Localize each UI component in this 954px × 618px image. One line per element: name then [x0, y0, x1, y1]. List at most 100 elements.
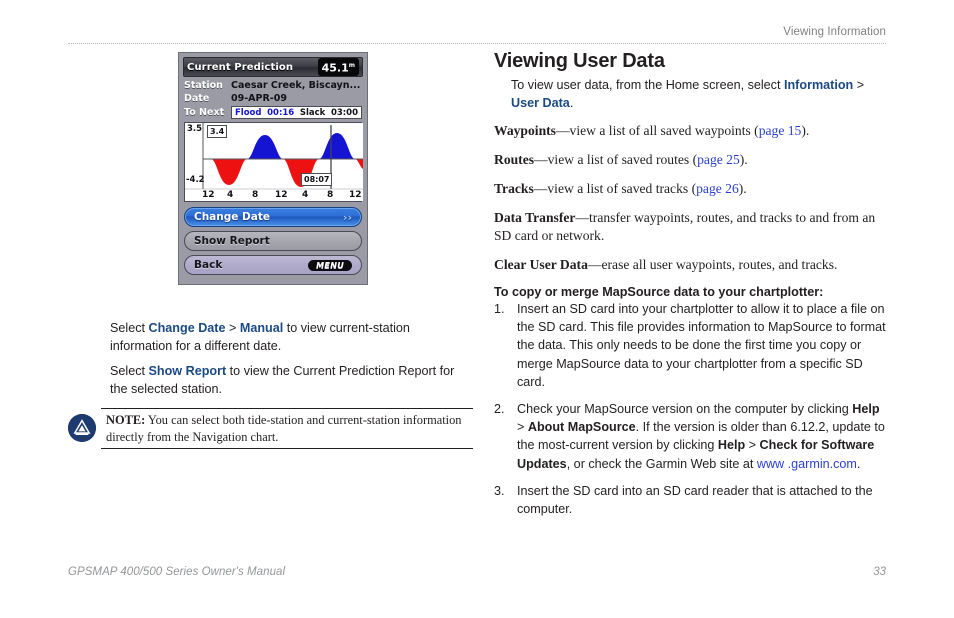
menu-key-badge: MENU — [308, 259, 352, 271]
device-depth-badge: 45.1m — [317, 57, 359, 77]
step-2-number: 2. — [494, 402, 505, 417]
page-footer: GPSMAP 400/500 Series Owner's Manual 33 — [68, 566, 886, 586]
step-1: 1. Insert an SD card into your chartplott… — [494, 300, 886, 391]
intro-post: . — [569, 95, 574, 110]
garmin-triangle-glyph — [68, 414, 96, 442]
device-to-next-slack-time: 03:00 — [330, 107, 358, 118]
chart-x-tick-6: 12 — [349, 189, 362, 200]
lc-p2-bold-1: Show Report — [148, 364, 227, 378]
left-column: Current Prediction 45.1m Station Caesar … — [68, 52, 473, 449]
left-paragraph-2: Select Show Report to view the Current P… — [110, 363, 470, 398]
link-page-15[interactable]: page 15 — [759, 123, 802, 138]
intro-bold-user-data: User Data — [511, 95, 570, 110]
definition-data-transfer: Data Transfer—transfer waypoints, routes… — [494, 209, 886, 245]
step-2-t8: , or check the Garmin Web site at — [566, 456, 757, 471]
chart-x-axis: 12 4 8 12 4 8 12 — [185, 188, 362, 201]
lc-p1-pre: Select — [110, 321, 149, 335]
definition-tracks-tail: ). — [738, 181, 747, 196]
device-button-show-report[interactable]: Show Report — [184, 231, 362, 251]
running-header: Viewing Information — [68, 22, 886, 44]
running-head-text: Viewing Information — [783, 26, 886, 38]
lc-p1-bold-2: Manual — [239, 321, 284, 335]
device-button-change-date-label: Change Date — [194, 211, 270, 223]
device-button-back-label: Back — [194, 259, 223, 271]
device-field-station-label: Station — [184, 80, 223, 91]
definition-waypoints-text: view a list of all saved waypoints ( — [569, 123, 759, 138]
intro-bold-information: Information — [783, 78, 854, 92]
chart-x-tick-2: 8 — [252, 189, 259, 200]
definition-routes-text: view a list of saved routes ( — [547, 152, 698, 167]
chart-value-callout: 3.4 — [207, 125, 228, 138]
header-divider — [68, 43, 886, 45]
definition-routes-tail: ). — [739, 152, 748, 167]
definition-tracks-dash: — — [533, 181, 548, 196]
step-2-t6: > — [745, 438, 760, 453]
definition-clear-user-data: Clear User Data—erase all user waypoints… — [494, 256, 886, 274]
step-3: 3. Insert the SD card into an SD card rea… — [494, 482, 886, 518]
intro-pre: To view user data, from the Home screen,… — [511, 78, 784, 92]
intro-mid: > — [853, 78, 865, 92]
device-to-next-state-time: 00:16 — [267, 107, 295, 118]
chart-x-tick-1: 4 — [227, 189, 234, 200]
note-rule-top — [101, 408, 473, 409]
procedure-heading: To copy or merge MapSource data to your … — [494, 285, 824, 299]
definition-tracks-text: view a list of saved tracks ( — [547, 181, 697, 196]
lc-p1-bold-1: Change Date — [148, 321, 226, 335]
step-1-number: 1. — [494, 302, 505, 316]
definition-data-transfer-dash: — — [575, 210, 590, 225]
device-depth-unit: m — [348, 61, 355, 69]
chart-time-callout: 08:07 — [301, 173, 333, 186]
step-2-t0: Check your MapSource version on the comp… — [517, 402, 853, 417]
device-to-next-slack-label: Slack — [299, 107, 326, 118]
chevron-right-icon: ›› — [342, 210, 352, 224]
definition-routes: Routes—view a list of saved routes (page… — [494, 151, 886, 169]
definition-waypoints-tail: ). — [801, 123, 810, 138]
left-paragraph-1: Select Change Date > Manual to view curr… — [110, 320, 460, 355]
definition-waypoints-dash: — — [555, 123, 570, 138]
definition-tracks: Tracks—view a list of saved tracks (page… — [494, 180, 886, 198]
link-page-25[interactable]: page 25 — [697, 152, 740, 167]
definition-clear-user-data-text: erase all user waypoints, routes, and tr… — [601, 257, 838, 272]
device-to-next-state-label: Flood — [235, 107, 262, 118]
definition-data-transfer-term: Data Transfer — [494, 210, 576, 225]
device-to-next-label: To Next — [184, 107, 225, 118]
step-2-t2: > — [517, 420, 528, 435]
device-current-graph: 3.5 -4.2 3.4 08:07 12 4 8 12 4 8 12 — [184, 122, 363, 202]
definition-routes-dash: — — [534, 152, 548, 167]
page-title: Viewing User Data — [494, 50, 665, 72]
device-title-bar: Current Prediction 45.1m — [183, 57, 363, 77]
device-button-back[interactable]: Back MENU — [184, 255, 362, 275]
note-label: NOTE: — [106, 413, 146, 427]
lc-p2-pre: Select — [110, 364, 149, 378]
link-page-26[interactable]: page 26 — [696, 181, 739, 196]
device-button-change-date[interactable]: Change Date ›› — [184, 207, 362, 227]
intro-paragraph: To view user data, from the Home screen,… — [494, 77, 886, 112]
chart-y-min-label: -4.2 — [186, 175, 205, 185]
chart-x-tick-4: 4 — [302, 189, 309, 200]
footer-manual-title: GPSMAP 400/500 Series Owner's Manual — [68, 566, 286, 578]
definition-routes-term: Routes — [494, 152, 535, 167]
footer-page-number: 33 — [873, 566, 886, 578]
step-3-text: Insert the SD card into an SD card reade… — [517, 483, 873, 517]
step-2-t10: . — [856, 456, 861, 471]
note-text: NOTE: You can select both tide-station a… — [106, 412, 468, 446]
device-depth-value: 45.1 — [321, 61, 349, 75]
chart-x-tick-3: 12 — [275, 189, 288, 200]
device-title-text: Current Prediction — [187, 61, 294, 73]
definition-tracks-term: Tracks — [494, 181, 534, 196]
device-field-date: Date 09-APR-09 — [184, 93, 362, 105]
device-field-date-label: Date — [184, 93, 210, 104]
device-to-next-field: Flood 00:16 Slack 03:00 — [231, 106, 362, 119]
definition-clear-user-data-dash: — — [587, 257, 602, 272]
link-garmin-website[interactable]: www .garmin.com — [757, 457, 857, 471]
definition-waypoints-term: Waypoints — [494, 123, 556, 138]
device-field-date-value: 09-APR-09 — [231, 93, 287, 104]
device-field-station-value: Caesar Creek, Biscayn... — [231, 80, 361, 91]
definition-waypoints: Waypoints—view a list of all saved waypo… — [494, 122, 886, 140]
device-to-next-row: To Next Flood 00:16 Slack 03:00 — [184, 106, 362, 119]
chart-y-max-label: 3.5 — [187, 124, 203, 134]
step-2: 2. Check your MapSource version on the co… — [494, 400, 886, 473]
device-screenshot-figure: Current Prediction 45.1m Station Caesar … — [178, 52, 368, 285]
device-button-show-report-label: Show Report — [194, 235, 270, 247]
device-button-list: Change Date ›› Show Report Back MENU — [184, 207, 362, 275]
